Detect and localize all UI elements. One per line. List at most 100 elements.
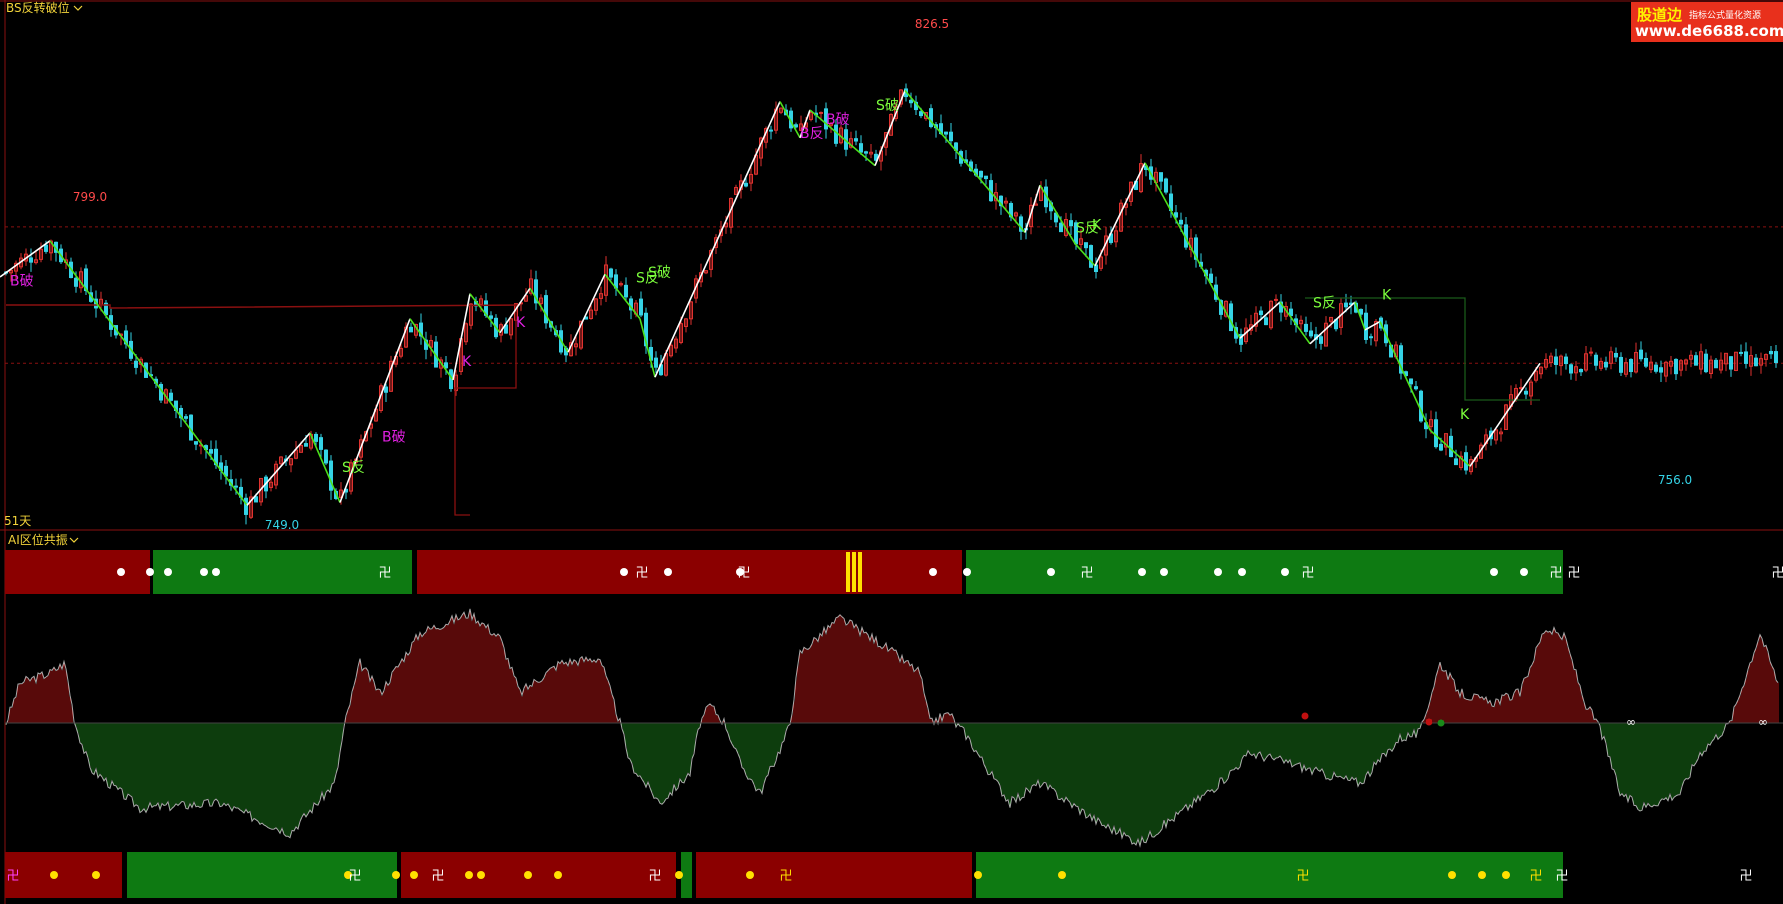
candle-body xyxy=(864,151,868,154)
band-dot xyxy=(1047,568,1055,576)
candle-body xyxy=(1524,390,1528,395)
candle-body xyxy=(314,433,318,442)
candle-body xyxy=(1769,350,1773,355)
candle-body xyxy=(1439,443,1443,451)
candle-body xyxy=(624,284,628,298)
band-symbol: 卍 xyxy=(378,566,391,581)
candle-body xyxy=(1304,323,1308,332)
band-symbol: 卍 xyxy=(1567,566,1580,581)
candle-body xyxy=(1059,222,1063,233)
candle-body xyxy=(1614,352,1618,358)
band-symbol: 卍 xyxy=(1296,869,1309,884)
candle-body xyxy=(1644,357,1648,367)
candle-body xyxy=(194,441,198,445)
candle-body xyxy=(1179,219,1183,225)
candle-body xyxy=(304,443,308,447)
band-dot xyxy=(117,568,125,576)
candle-body xyxy=(1414,386,1418,390)
candle-body xyxy=(1774,351,1778,364)
infinity-marker: ∞ xyxy=(1626,715,1636,729)
candle-body xyxy=(1409,378,1413,385)
candle-body xyxy=(1554,356,1558,365)
stock-chart: B破S反B破KKS反S破B反B破S破S反KS反KK 826.5799.0749.… xyxy=(0,0,1783,904)
band-symbol: 卍 xyxy=(1301,566,1314,581)
band-dot xyxy=(554,871,562,879)
band-dot xyxy=(1058,871,1066,879)
candle-body xyxy=(409,326,413,333)
candle-body xyxy=(1744,351,1748,364)
candle-body xyxy=(1654,364,1658,372)
watermark-tagline: 指标公式量化资源 xyxy=(1689,11,1762,21)
band-dot xyxy=(200,568,208,576)
candle-body xyxy=(169,392,173,401)
band-dot xyxy=(50,871,58,879)
candle-body xyxy=(1174,212,1178,218)
candle-body xyxy=(1454,458,1458,466)
candle-body xyxy=(1164,178,1168,193)
band-dot xyxy=(1138,568,1146,576)
signal-label: B破 xyxy=(10,273,34,289)
price-label: 749.0 xyxy=(265,518,299,532)
band-symbol: 卍 xyxy=(648,869,661,884)
band-dot xyxy=(524,871,532,879)
candle-body xyxy=(1754,357,1758,367)
signal-label: K xyxy=(462,354,472,370)
band-bar xyxy=(858,552,862,592)
band-dot xyxy=(974,871,982,879)
signal-label: K xyxy=(516,315,526,331)
infinity-marker: ∞ xyxy=(1758,715,1768,729)
band-dot xyxy=(146,568,154,576)
histogram-marker xyxy=(1301,712,1309,720)
histogram-marker xyxy=(1425,718,1433,726)
band-dot xyxy=(1160,568,1168,576)
band-dot xyxy=(1214,568,1222,576)
band-segment xyxy=(696,852,972,898)
price-label: 799.0 xyxy=(73,190,107,204)
band-symbol: 卍 xyxy=(1555,869,1568,884)
candle-body xyxy=(1564,356,1568,365)
bottom-resonance-band: 卍卍卍卍卍卍卍卍卍 xyxy=(5,852,1753,898)
band-segment xyxy=(5,550,150,594)
candle-body xyxy=(1274,298,1278,301)
watermark-url: www.de6688.com xyxy=(1635,22,1783,40)
candle-body xyxy=(639,298,643,316)
signal-label: S破 xyxy=(876,98,899,114)
band-dot xyxy=(664,568,672,576)
candle-body xyxy=(1369,336,1373,339)
candle-body xyxy=(1589,351,1593,354)
candle-body xyxy=(1629,358,1633,373)
candle-body xyxy=(1229,303,1233,332)
band-symbol: 卍 xyxy=(635,566,648,581)
candle-body xyxy=(1084,242,1088,249)
band-dot xyxy=(963,568,971,576)
candle-body xyxy=(949,131,953,142)
sub-panel-title[interactable]: AI区位共振 xyxy=(8,532,68,547)
candle-body xyxy=(29,257,33,263)
signal-label: K xyxy=(1092,218,1102,234)
signal-label: S反 xyxy=(342,460,365,476)
candle-body xyxy=(794,124,798,128)
candle-body xyxy=(1579,369,1583,373)
candle-body xyxy=(1094,264,1098,272)
band-symbol: 卍 xyxy=(6,869,19,884)
candle-body xyxy=(744,182,748,187)
band-symbol: 卍 xyxy=(1549,566,1562,581)
signal-label: K xyxy=(1382,287,1392,303)
band-segment xyxy=(5,852,122,898)
band-dot xyxy=(212,568,220,576)
candle-body xyxy=(1089,245,1093,268)
band-dot xyxy=(1448,871,1456,879)
candle-body xyxy=(1604,361,1608,368)
band-dot xyxy=(392,871,400,879)
candle-body xyxy=(1264,317,1268,326)
band-dot xyxy=(1281,568,1289,576)
candle-body xyxy=(909,99,913,104)
candle-body xyxy=(244,497,248,515)
signal-label: K xyxy=(1460,407,1470,423)
main-panel-title[interactable]: BS反转破位 xyxy=(6,0,70,15)
signal-label: S破 xyxy=(648,265,671,281)
band-dot xyxy=(675,871,683,879)
band-dot xyxy=(1520,568,1528,576)
candle-body xyxy=(1594,354,1598,366)
band-bar xyxy=(852,552,856,592)
